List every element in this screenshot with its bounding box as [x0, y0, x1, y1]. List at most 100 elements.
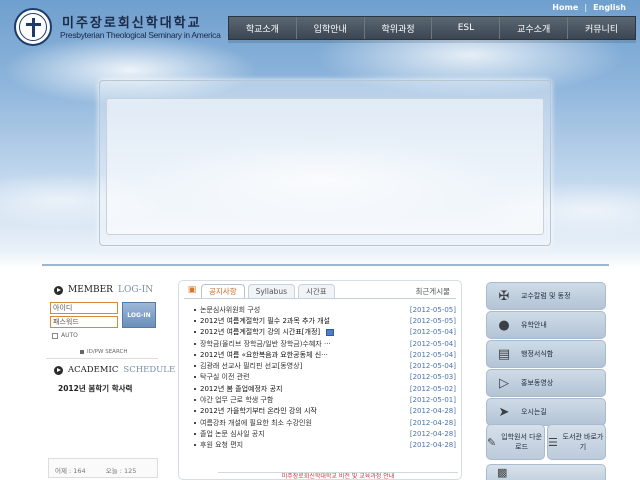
list-item[interactable]: 2012년 봄 졸업예정자 공지 [2012-05-02] [194, 383, 456, 394]
book-icon: ☰ [548, 435, 558, 449]
quick-item-label: 행정서식함 [521, 350, 554, 358]
notice-title[interactable]: 여름강좌 개설에 필요한 최소 수강인원 [194, 418, 312, 428]
nav-item-esl[interactable]: ESL [432, 17, 501, 39]
notice-title[interactable]: 야간 업무 근로 학생 구함 [194, 395, 273, 405]
document-icon: ✎ [487, 435, 497, 449]
quick-item-faculty-column[interactable]: ✠ 교수칼럼 및 동정 [486, 282, 606, 310]
notice-title[interactable]: 장학금(올리브 장학금/일반 장학금)수혜자 ··· [194, 339, 331, 349]
list-item[interactable]: 논문심사위원회 구성 [2012-05-05] [194, 304, 456, 315]
notice-title[interactable]: 논문심사위원회 구성 [194, 305, 260, 315]
quick-menu: ✠ 교수칼럼 및 동정 ● 유학안내 ▤ 행정서식함 ▷ 홍보동영상 ➤ 오시는… [486, 282, 606, 480]
auto-login-row: AUTO [52, 332, 78, 339]
list-item[interactable]: 야간 업무 근로 학생 구함 [2012-05-01] [194, 394, 456, 405]
member-login-title: MEMBER LOG-IN [54, 285, 153, 295]
man-icon: ● [498, 317, 510, 333]
school-logo[interactable]: 미주장로회신학대학교 Presbyterian Theological Semi… [14, 8, 221, 48]
notice-date: [2012-04-28] [409, 441, 456, 450]
notice-title[interactable]: 2012년 봄 졸업예정자 공지 [194, 384, 282, 394]
recent-posts-label[interactable]: 최근게시물 [416, 286, 451, 297]
list-item[interactable]: 2012년 가을학기부터 온라인 강의 시작 [2012-04-28] [194, 406, 456, 417]
notice-date: [2012-04-28] [409, 429, 456, 438]
folder-icon: ▤ [497, 346, 511, 362]
arrow-bullet-icon [54, 365, 63, 375]
nav-item-degrees[interactable]: 학위과정 [365, 17, 433, 39]
notice-title[interactable]: 2012년 여름계절학기 강의 시간표[개정] [194, 327, 335, 337]
nav-item-faculty[interactable]: 교수소개 [500, 17, 569, 39]
tab-timetable[interactable]: 시간표 [298, 284, 335, 298]
notice-date: [2012-05-02] [409, 384, 456, 393]
notice-title[interactable]: 후원 요청 편지 [194, 440, 243, 450]
main-banner-frame [99, 80, 551, 246]
quick-item-label: 교수칼럼 및 동정 [521, 292, 571, 300]
counter-today: 오늘 : 125 [105, 467, 137, 475]
login-button[interactable]: LOG-IN [122, 302, 156, 328]
notice-date: [2012-05-03] [409, 373, 456, 382]
arrow-bullet-icon [54, 285, 63, 295]
library-label: 도서관 바로가기 [562, 433, 604, 451]
film-icon: ▩ [497, 466, 508, 479]
notice-date: [2012-04-28] [409, 407, 456, 416]
banner-content-area [106, 98, 544, 235]
list-item[interactable]: 후원 요청 편지 [2012-04-28] [194, 440, 456, 451]
quick-bottom-tab[interactable]: ▩ [486, 464, 606, 480]
notice-title[interactable]: 2012년 가을학기부터 온라인 강의 시작 [194, 406, 317, 416]
quick-item-promo-video[interactable]: ▷ 홍보동영상 [486, 369, 606, 397]
notice-title[interactable]: 졸업 논문 심사일 공지 [194, 429, 265, 439]
quick-item-label: 홍보동영상 [521, 379, 554, 387]
nav-item-about[interactable]: 학교소개 [229, 17, 297, 39]
notice-date: [2012-05-01] [409, 396, 456, 405]
logo-english-name: Presbyterian Theological Seminary in Ame… [60, 30, 221, 40]
notice-title[interactable]: 김광래 선교사 필리핀 선교[동영상] [194, 361, 302, 371]
academic-schedule-title: ACADEMIC SCHEDULE [54, 365, 175, 375]
notice-date: [2012-04-28] [409, 418, 456, 427]
list-item[interactable]: 2012년 여름계절학기 필수 2과목 추가 개설 [2012-05-05] [194, 315, 456, 326]
auto-login-label: AUTO [61, 332, 78, 339]
application-download-button[interactable]: ✎ 입학원서 다운로드 [486, 424, 545, 460]
tabs-underline [184, 298, 456, 299]
notice-title[interactable]: 탁구실 이전 관련 [194, 372, 250, 382]
board-tabs: ▣ 공지사항 Syllabus 시간표 [186, 284, 335, 298]
board-grid-icon: ▣ [187, 285, 197, 295]
notice-title[interactable]: 2012년 여름계절학기 필수 2과목 추가 개설 [194, 316, 330, 326]
counter-yesterday: 어제 : 164 [55, 467, 86, 475]
application-download-label: 입학원서 다운로드 [501, 433, 543, 451]
notice-title[interactable]: 2012년 여름 «요한복음과 요한공동체 신··· [194, 350, 328, 360]
quick-item-directions[interactable]: ➤ 오시는길 [486, 398, 606, 426]
nav-item-community[interactable]: 커뮤니티 [568, 17, 635, 39]
quick-item-admin-forms[interactable]: ▤ 행정서식함 [486, 340, 606, 368]
main-navigation: 학교소개 입학안내 학위과정 ESL 교수소개 커뮤니티 [228, 16, 636, 40]
auto-login-checkbox[interactable] [52, 332, 58, 339]
list-item[interactable]: 탁구실 이전 관련 [2012-05-03] [194, 372, 456, 383]
id-pw-search-link[interactable]: ID/PW SEARCH [80, 349, 127, 355]
quick-item-study-abroad[interactable]: ● 유학안내 [486, 311, 606, 339]
notice-title-text: 2012년 여름계절학기 강의 시간표[개정] [200, 328, 321, 337]
list-item[interactable]: 2012년 여름 «요한복음과 요한공동체 신··· [2012-05-04] [194, 349, 456, 360]
list-item[interactable]: 졸업 논문 심사일 공지 [2012-04-28] [194, 428, 456, 439]
section-divider [42, 264, 609, 266]
password-input[interactable]: 패스워드 [50, 316, 118, 328]
tab-notices[interactable]: 공지사항 [201, 284, 245, 298]
tab-syllabus[interactable]: Syllabus [247, 284, 295, 298]
quick-item-label: 유학안내 [521, 321, 547, 329]
academic-calendar-link[interactable]: 2012년 봄학기 학사력 [58, 383, 132, 394]
nav-shadow [228, 40, 636, 43]
library-button[interactable]: ☰ 도서관 바로가기 [547, 424, 606, 460]
list-item[interactable]: 여름강좌 개설에 필요한 최소 수강인원 [2012-04-28] [194, 417, 456, 428]
list-item[interactable]: 2012년 여름계절학기 강의 시간표[개정] [2012-05-04] [194, 327, 456, 338]
nav-item-admissions[interactable]: 입학안내 [297, 17, 365, 39]
notice-date: [2012-05-04] [409, 350, 456, 359]
person-icon: ✠ [498, 288, 510, 304]
quick-item-label: 오시는길 [521, 408, 547, 416]
map-pin-icon: ➤ [498, 404, 510, 420]
utility-links: Home | English [552, 3, 626, 12]
seal-icon [14, 8, 52, 46]
id-input[interactable]: 아이디 [50, 302, 118, 314]
home-link[interactable]: Home [552, 3, 578, 12]
english-link[interactable]: English [593, 3, 626, 12]
sidebar-separator [46, 358, 158, 359]
board-bottom-banner[interactable]: 미주장로회신학대학교 비전 및 교육과정 안내 [218, 472, 458, 480]
list-item[interactable]: 장학금(올리브 장학금/일반 장학금)수혜자 ··· [2012-05-04] [194, 338, 456, 349]
utility-separator: | [584, 3, 588, 12]
list-item[interactable]: 김광래 선교사 필리핀 선교[동영상] [2012-05-04] [194, 360, 456, 371]
notice-date: [2012-05-04] [409, 328, 456, 337]
